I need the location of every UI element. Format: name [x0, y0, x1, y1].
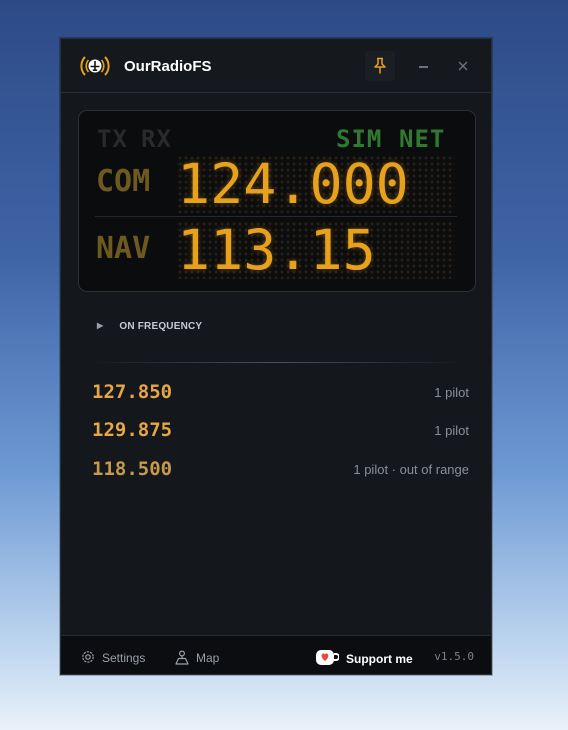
radio-display: TX RX SIM NET COM 124.000 NAV 113.15	[78, 110, 476, 292]
pin-button[interactable]	[365, 51, 395, 81]
coffee-cup-icon	[316, 650, 340, 665]
tx-indicator: TX	[97, 125, 128, 153]
section-divider	[87, 362, 467, 363]
display-divider	[95, 216, 457, 217]
footer-bar: Settings Map Support me v1.5.0	[61, 635, 491, 674]
map-label: Map	[196, 651, 220, 665]
map-pin-icon	[175, 650, 189, 665]
list-item[interactable]: 129.875 1 pilot	[61, 419, 491, 443]
play-icon: ▶	[97, 321, 104, 330]
close-button[interactable]	[448, 51, 478, 81]
minimize-button[interactable]	[408, 51, 438, 81]
app-window: OurRadioFS TX RX SIM NET COM 124.000 NAV…	[60, 38, 492, 675]
support-button[interactable]: Support me	[315, 648, 413, 668]
status-text: ON FREQUENCY	[119, 321, 203, 332]
list-item-frequency: 129.875	[92, 419, 173, 441]
list-item-info: 1 pilot · out of range	[353, 462, 469, 477]
nav-frequency-panel[interactable]: 113.15	[177, 221, 455, 279]
version-label: v1.5.0	[434, 650, 474, 663]
list-item-info: 1 pilot	[434, 423, 469, 438]
pin-icon	[374, 57, 386, 74]
list-item-frequency: 127.850	[92, 381, 173, 403]
radio-plane-icon	[80, 52, 110, 80]
map-button[interactable]: Map	[174, 649, 219, 665]
minimize-icon	[419, 66, 428, 68]
gear-icon	[82, 651, 94, 663]
list-item[interactable]: 118.500 1 pilot · out of range	[61, 458, 491, 482]
status-line: ▶ ON FREQUENCY	[97, 321, 202, 332]
com-label: COM	[96, 164, 151, 199]
com-frequency-panel[interactable]: 124.000	[177, 155, 455, 213]
support-label: Support me	[346, 652, 413, 666]
close-icon	[458, 61, 468, 71]
net-indicator: NET	[399, 125, 446, 153]
app-title: OurRadioFS	[124, 58, 212, 75]
sim-indicator: SIM	[336, 125, 383, 153]
list-item[interactable]: 127.850 1 pilot	[61, 381, 491, 405]
rx-indicator: RX	[141, 125, 172, 153]
settings-button[interactable]: Settings	[80, 649, 145, 665]
title-bar[interactable]: OurRadioFS	[61, 39, 491, 93]
list-item-frequency: 118.500	[92, 458, 173, 480]
nav-label: NAV	[96, 231, 151, 266]
com-frequency: 124.000	[177, 152, 409, 216]
list-item-info: 1 pilot	[434, 385, 469, 400]
settings-label: Settings	[102, 651, 146, 665]
nav-frequency: 113.15	[177, 218, 376, 282]
